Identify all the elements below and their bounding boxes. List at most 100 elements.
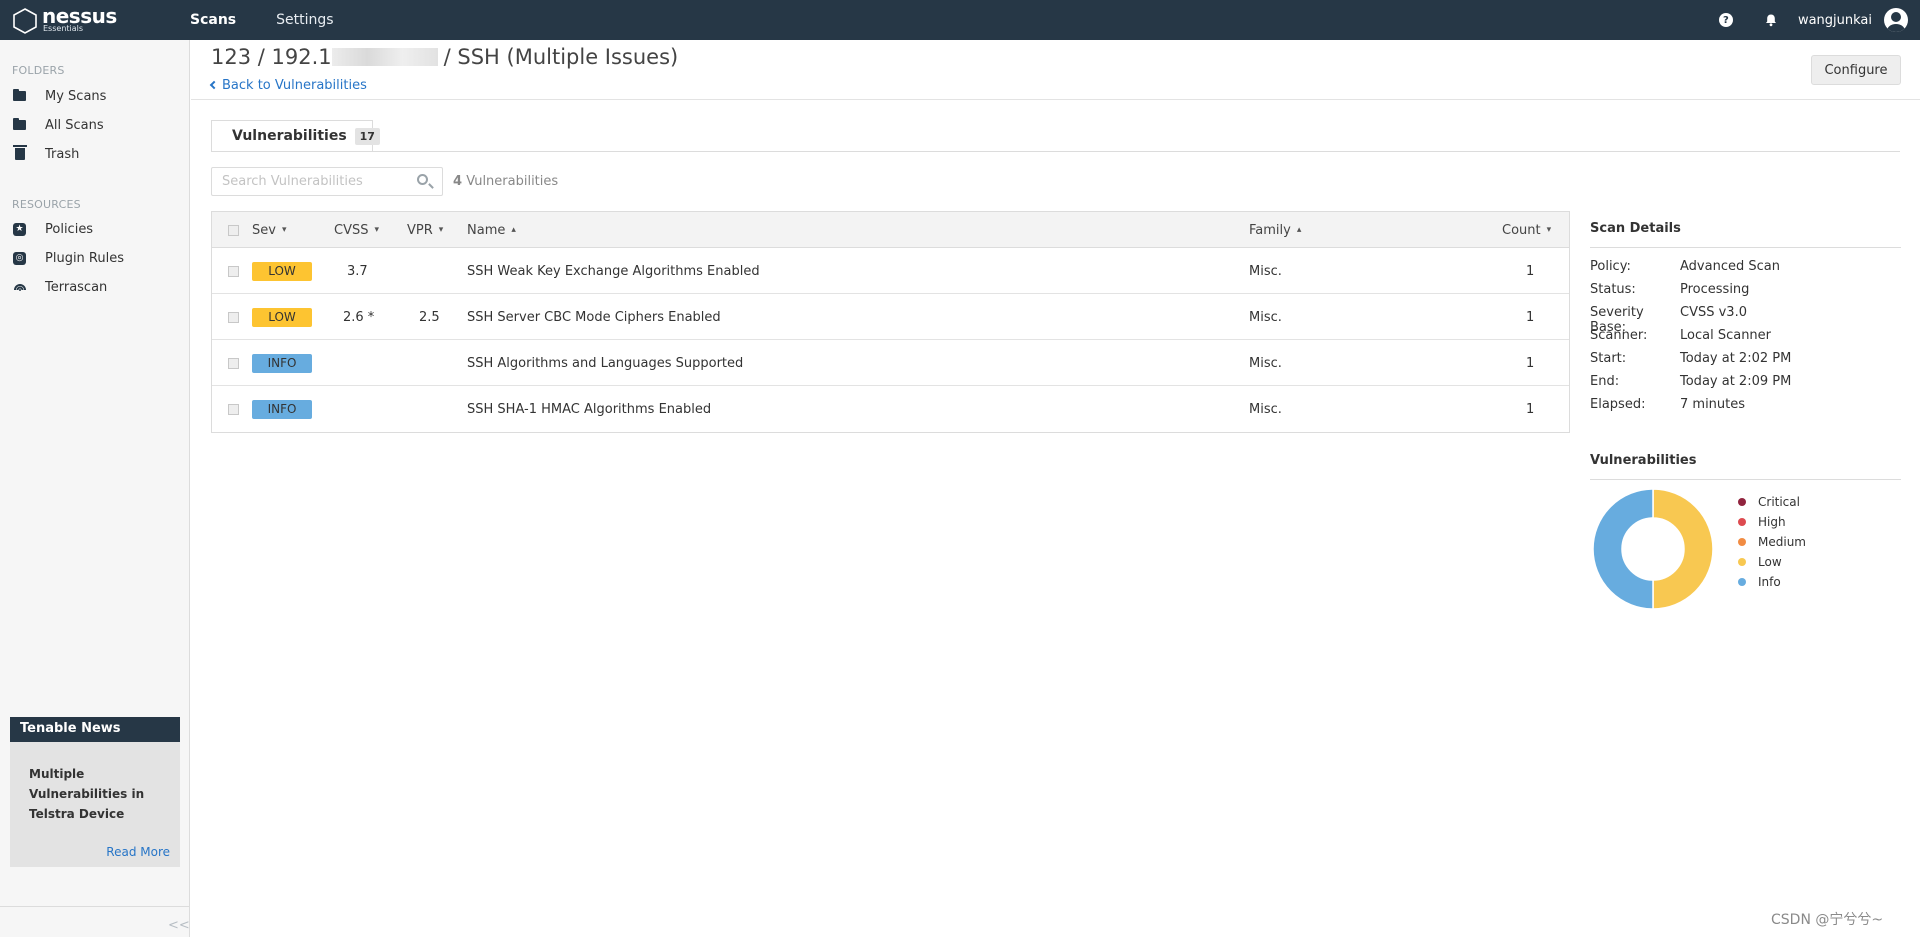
sidebar-item-plugin-rules[interactable]: ◎ Plugin Rules [12, 247, 124, 269]
sidebar-item-trash[interactable]: Trash [12, 143, 79, 165]
tab-vulnerabilities[interactable]: Vulnerabilities 17 [211, 120, 380, 152]
row-checkbox[interactable] [228, 294, 239, 340]
detail-value: 7 minutes [1680, 397, 1746, 412]
back-link-label: Back to Vulnerabilities [222, 78, 367, 93]
sidebar-item-label: Policies [45, 221, 94, 237]
column-label: VPR [407, 222, 433, 238]
legend-label: Info [1758, 575, 1781, 589]
tab-label: Vulnerabilities [232, 128, 347, 144]
table-header: Sev CVSS VPR Name Family Count [212, 212, 1569, 248]
column-header-count[interactable]: Count [1502, 212, 1551, 248]
page-title: 123 / 192.1 / SSH (Multiple Issues) [211, 45, 678, 69]
name-cell[interactable]: SSH Algorithms and Languages Supported [467, 340, 743, 386]
sidebar-item-label: Trash [45, 146, 80, 162]
column-label: Count [1502, 222, 1541, 238]
column-label: CVSS [334, 222, 369, 238]
collapse-sidebar-icon[interactable]: << [168, 918, 190, 933]
name-cell[interactable]: SSH SHA-1 HMAC Algorithms Enabled [467, 386, 711, 432]
sidebar-divider [0, 906, 190, 907]
column-header-cvss[interactable]: CVSS [334, 212, 379, 248]
news-heading: Tenable News [10, 717, 180, 742]
vpr-cell: 2.5 [419, 309, 440, 325]
nav-settings[interactable]: Settings [276, 12, 333, 28]
detail-end: End: Today at 2:09 PM [1590, 374, 1791, 389]
tenable-news-panel: Tenable News Multiple Vulnerabilities in… [10, 717, 180, 907]
name-cell[interactable]: SSH Server CBC Mode Ciphers Enabled [467, 294, 721, 340]
sidebar-item-my-scans[interactable]: My Scans [12, 85, 106, 107]
search-vulnerabilities-input[interactable] [211, 167, 443, 196]
family-cell: Misc. [1249, 355, 1282, 371]
scan-details-heading: Scan Details [1590, 221, 1681, 236]
sidebar-item-policies[interactable]: ★ Policies [12, 218, 93, 240]
folders-heading: FOLDERS [12, 64, 65, 77]
donut-slice-info[interactable] [1592, 488, 1654, 610]
header-divider [191, 99, 1920, 100]
legend-dot-icon [1738, 538, 1746, 546]
sidebar-item-label: All Scans [45, 117, 104, 133]
nessus-logo[interactable]: nessus Essentials [11, 6, 117, 36]
legend-label: High [1758, 515, 1786, 529]
vulnerabilities-table: Sev CVSS VPR Name Family Count LOW 3.7 S… [211, 211, 1570, 433]
column-label: Name [467, 222, 506, 238]
vulnerabilities-chart-heading: Vulnerabilities [1590, 453, 1697, 468]
column-header-family[interactable]: Family [1249, 212, 1301, 248]
column-header-name[interactable]: Name [467, 212, 516, 248]
family-cell: Misc. [1249, 401, 1282, 417]
table-row[interactable]: LOW 3.7 SSH Weak Key Exchange Algorithms… [212, 248, 1569, 294]
read-more-link[interactable]: Read More [106, 845, 170, 859]
detail-value: Processing [1680, 282, 1750, 297]
name-cell[interactable]: SSH Weak Key Exchange Algorithms Enabled [467, 248, 760, 294]
legend-label: Low [1758, 555, 1782, 569]
column-label: Sev [252, 222, 276, 238]
table-row[interactable]: INFO SSH SHA-1 HMAC Algorithms Enabled M… [212, 386, 1569, 432]
logo-subtext: Essentials [43, 24, 84, 33]
row-checkbox[interactable] [228, 386, 239, 432]
legend-item-medium[interactable]: Medium [1738, 532, 1806, 552]
page-title-prefix: 123 / 192.1 [211, 45, 332, 69]
bell-icon[interactable] [1764, 13, 1778, 27]
column-header-sev[interactable]: Sev [252, 212, 286, 248]
family-cell: Misc. [1249, 263, 1282, 279]
legend-item-critical[interactable]: Critical [1738, 492, 1806, 512]
username[interactable]: wangjunkai [1798, 13, 1872, 28]
donut-slice-low[interactable] [1652, 488, 1714, 610]
trash-icon [12, 145, 27, 162]
vulnerabilities-chart-divider [1590, 479, 1901, 480]
row-checkbox[interactable] [228, 248, 239, 294]
vulnerabilities-legend: Critical High Medium Low Info [1738, 492, 1806, 592]
sidebar-item-all-scans[interactable]: All Scans [12, 114, 104, 136]
column-header-vpr[interactable]: VPR [407, 212, 443, 248]
detail-start: Start: Today at 2:02 PM [1590, 351, 1791, 366]
detail-key: Elapsed: [1590, 397, 1646, 412]
legend-item-high[interactable]: High [1738, 512, 1806, 532]
select-all-checkbox[interactable] [228, 212, 239, 248]
sidebar-item-label: My Scans [45, 88, 107, 104]
avatar-icon[interactable] [1884, 8, 1908, 32]
configure-button[interactable]: Configure [1811, 55, 1901, 85]
table-row[interactable]: INFO SSH Algorithms and Languages Suppor… [212, 340, 1569, 386]
detail-key: Start: [1590, 351, 1627, 366]
terrascan-icon [12, 280, 27, 295]
question-circle-icon[interactable]: ? [1718, 13, 1733, 27]
back-to-vulnerabilities-link[interactable]: Back to Vulnerabilities [209, 78, 367, 93]
sidebar-item-label: Plugin Rules [45, 250, 124, 266]
folder-icon [12, 89, 27, 104]
cvss-cell: 3.7 [347, 263, 368, 279]
nav-scans[interactable]: Scans [190, 12, 236, 28]
legend-dot-icon [1738, 578, 1746, 586]
count-cell: 1 [1526, 401, 1535, 417]
vulnerabilities-donut-chart[interactable] [1592, 488, 1714, 610]
logo-hexagon-icon [13, 8, 37, 34]
severity-badge: LOW [252, 261, 312, 281]
search-icon[interactable] [417, 174, 428, 185]
plugin-rules-icon: ◎ [12, 251, 27, 266]
legend-item-low[interactable]: Low [1738, 552, 1806, 572]
count-cell: 1 [1526, 263, 1535, 279]
legend-label: Critical [1758, 495, 1800, 509]
table-row[interactable]: LOW 2.6 * 2.5 SSH Server CBC Mode Cipher… [212, 294, 1569, 340]
news-body: Multiple Vulnerabilities in Telstra Devi… [10, 742, 180, 867]
severity-cell: LOW [252, 248, 312, 294]
row-checkbox[interactable] [228, 340, 239, 386]
legend-item-info[interactable]: Info [1738, 572, 1806, 592]
sidebar-item-terrascan[interactable]: Terrascan [12, 276, 107, 298]
